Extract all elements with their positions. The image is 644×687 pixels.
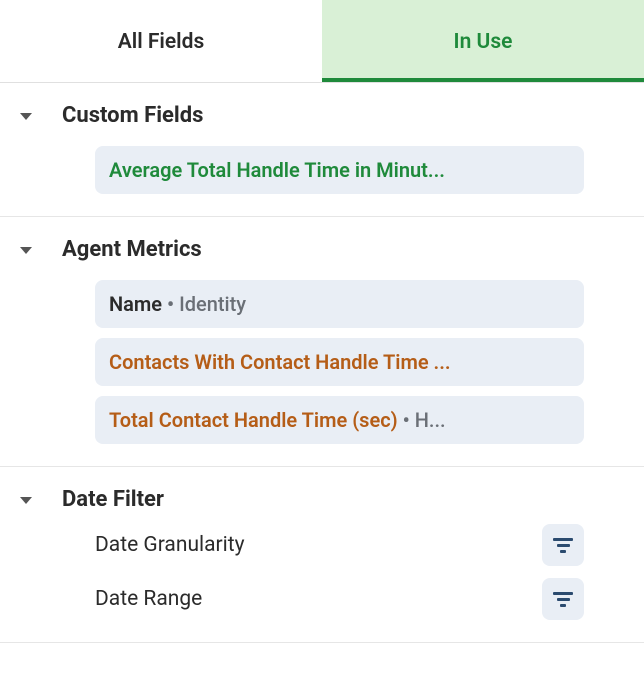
filter-button[interactable] <box>542 578 584 620</box>
filter-icon <box>553 538 573 553</box>
section-header-agent-metrics[interactable]: Agent Metrics <box>0 235 644 262</box>
separator: • <box>167 292 179 316</box>
section-body: Date Granularity Date Range <box>0 512 644 624</box>
section-header-date-filter[interactable]: Date Filter <box>0 485 644 512</box>
section-title: Date Filter <box>62 487 164 512</box>
field-primary: Total Contact Handle Time (sec) <box>109 408 398 432</box>
section-title: Custom Fields <box>62 103 203 128</box>
caret-down-icon <box>20 247 32 254</box>
filter-label: Date Granularity <box>95 533 245 557</box>
filter-button[interactable] <box>542 524 584 566</box>
field-secondary: H... <box>415 408 446 432</box>
field-primary: Contacts With Contact Handle Time ... <box>109 350 451 374</box>
field-pill[interactable]: Average Total Handle Time in Minut... <box>95 146 584 194</box>
separator: • <box>403 408 415 432</box>
field-secondary: Identity <box>179 292 246 316</box>
section-header-custom-fields[interactable]: Custom Fields <box>0 101 644 128</box>
tab-all-fields[interactable]: All Fields <box>0 0 322 82</box>
tab-in-use[interactable]: In Use <box>322 0 644 82</box>
section-agent-metrics: Agent Metrics Name • Identity Contacts W… <box>0 217 644 467</box>
field-pill[interactable]: Contacts With Contact Handle Time ... <box>95 338 584 386</box>
field-tabs: All Fields In Use <box>0 0 644 83</box>
section-body: Name • Identity Contacts With Contact Ha… <box>0 262 644 448</box>
section-body: Average Total Handle Time in Minut... <box>0 128 644 198</box>
section-title: Agent Metrics <box>62 237 202 262</box>
section-custom-fields: Custom Fields Average Total Handle Time … <box>0 83 644 217</box>
filter-label: Date Range <box>95 587 202 611</box>
caret-down-icon <box>20 113 32 120</box>
section-date-filter: Date Filter Date Granularity Date Range <box>0 467 644 643</box>
filter-icon <box>553 592 573 607</box>
field-primary: Name <box>109 292 162 316</box>
filter-row: Date Granularity <box>95 524 584 566</box>
filter-row: Date Range <box>95 578 584 620</box>
field-pill[interactable]: Name • Identity <box>95 280 584 328</box>
caret-down-icon <box>20 497 32 504</box>
field-pill[interactable]: Total Contact Handle Time (sec) • H... <box>95 396 584 444</box>
